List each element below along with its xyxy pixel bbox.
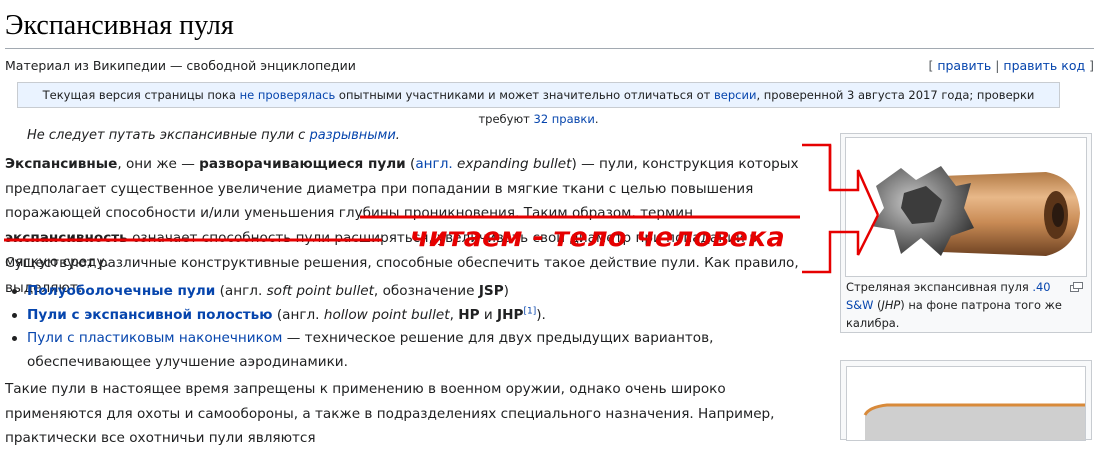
text-italic: hollow point bullet [323, 306, 450, 323]
text-bold: JSP [478, 283, 504, 299]
footnote-link[interactable]: [1] [523, 306, 536, 316]
term-bold: разворачивающиеся пули [199, 156, 406, 172]
text: (англ. [272, 306, 324, 323]
list-item: Пули с пластиковым наконечником — технич… [5, 327, 805, 374]
term-bold: Экспансивные [5, 156, 118, 172]
term-bold: экспансивность [5, 229, 128, 246]
bullet-link[interactable]: Полуоболочечные пули [27, 283, 215, 299]
text: ) [503, 283, 509, 299]
bullet-list: Полуоболочечные пули (англ. soft point b… [5, 280, 805, 374]
caption-italic: JHP [881, 298, 901, 312]
term-italic: expanding bullet [457, 156, 572, 172]
caption-text: Стреляная экспансивная пуля [846, 280, 1033, 294]
text: , обозначение [373, 283, 479, 299]
text-bold: HP [458, 306, 480, 323]
edit-separator: | [991, 58, 1004, 73]
thumbnail-bullet: Стреляная экспансивная пуля .40 S&W (JHP… [840, 133, 1092, 333]
magnify-icon[interactable] [1070, 277, 1083, 296]
bullet-link[interactable]: Пули с пластиковым наконечником [27, 330, 282, 346]
text: ). [536, 306, 546, 323]
thumbnail-caption: Стреляная экспансивная пуля .40 S&W (JHP… [846, 278, 1066, 332]
page-title: Экспансивная пуля [5, 8, 1094, 49]
text: (англ. [215, 283, 267, 299]
text-italic: soft point bullet [266, 283, 374, 299]
site-subtitle: Материал из Википедии — свободной энцикл… [5, 58, 356, 73]
list-item: Полуоболочечные пули (англ. soft point b… [5, 280, 805, 304]
lang-link[interactable]: англ. [415, 156, 452, 172]
article-content: Экспансивная пуля Материал из Википедии … [5, 0, 1105, 446]
notice-text: . [594, 112, 599, 126]
bullet-link[interactable]: Пули с экспансивной полостью [27, 307, 273, 323]
hatnote: Не следует путать экспансивные пули с ра… [27, 128, 400, 143]
hatnote-link[interactable]: разрывными [309, 128, 395, 143]
notice-text: опытными участниками и может значительно… [335, 88, 714, 102]
thumbnail-second [840, 360, 1092, 441]
text: ( [405, 156, 416, 172]
text: , они же — [117, 156, 200, 172]
notice-link-edits[interactable]: 32 правки [534, 112, 595, 126]
notice-link-unreviewed[interactable]: не проверялась [240, 88, 336, 102]
hatnote-text: Не следует путать экспансивные пули с [27, 128, 310, 143]
annotation-text: читаем - тело человека [410, 222, 785, 253]
edit-bracket-open: [ [928, 58, 934, 73]
bullet-photo[interactable] [845, 137, 1087, 277]
scrollbar[interactable] [1107, 0, 1115, 430]
edit-code-link[interactable]: править код [1003, 58, 1085, 73]
text: , [449, 306, 459, 323]
text: и [479, 306, 498, 323]
edit-links: [ править | править код ] [928, 58, 1094, 73]
hatnote-end: . [395, 128, 400, 143]
review-notice: Текущая версия страницы пока не проверял… [17, 82, 1060, 126]
edit-link[interactable]: править [937, 58, 991, 73]
text-bold: JHP [497, 306, 524, 323]
notice-text: Текущая версия страницы пока [42, 88, 240, 102]
edit-bracket-close: ] [1089, 58, 1094, 73]
notice-link-version[interactable]: версии [714, 88, 756, 102]
list-item: Пули с экспансивной полостью (англ. holl… [5, 304, 805, 328]
paragraph-3: Такие пули в настоящее время запрещены к… [5, 381, 775, 446]
